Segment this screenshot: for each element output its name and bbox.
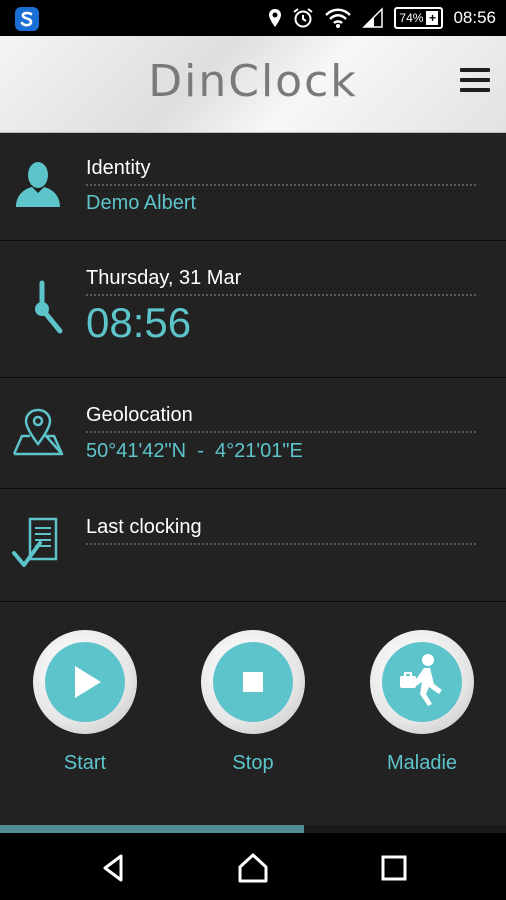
stop-button[interactable]: Stop	[193, 630, 313, 775]
person-icon	[16, 162, 60, 207]
app-title: DinClock	[148, 56, 358, 107]
signal-icon	[362, 7, 384, 28]
geolocation-divider	[86, 431, 476, 433]
stop-label: Stop	[232, 752, 274, 774]
date-label: Thursday, 31 Mar	[86, 267, 242, 289]
clock-hands-icon	[35, 280, 63, 334]
start-label: Start	[63, 752, 107, 774]
identity-section: Identity Demo Albert	[0, 133, 506, 241]
time-value: 08:56	[86, 299, 192, 346]
progress-bar	[0, 825, 506, 833]
date-divider	[86, 294, 476, 296]
identity-divider	[86, 184, 476, 186]
stop-icon	[243, 672, 263, 692]
geolocation-value: 50°41'42"N - 4°21'01"E	[86, 440, 303, 462]
system-nav-bar	[0, 833, 506, 900]
alarm-icon	[293, 8, 314, 28]
geolocation-section: Geolocation 50°41'42"N - 4°21'01"E	[0, 378, 506, 489]
location-icon	[269, 9, 282, 27]
battery-level: 74%	[399, 11, 424, 25]
datetime-section: Thursday, 31 Mar 08:56	[0, 241, 506, 378]
checklist-icon	[12, 517, 58, 567]
status-time: 08:56	[453, 8, 496, 27]
action-buttons: Start Stop Maladie	[0, 602, 506, 832]
maladie-label: Maladie	[386, 752, 458, 774]
last-clocking-section: Last clocking	[0, 489, 506, 602]
stop-button-ring[interactable]	[201, 630, 305, 734]
charging-icon: +	[426, 11, 439, 25]
start-button-ring[interactable]	[33, 630, 137, 734]
hamburger-menu-icon[interactable]	[460, 68, 490, 98]
maladie-button-ring[interactable]	[370, 630, 474, 734]
running-man-icon	[400, 654, 442, 706]
map-pin-icon	[12, 408, 64, 456]
status-bar: 74% + 08:56	[0, 0, 506, 36]
status-icons: 74% + 08:56	[268, 0, 496, 36]
battery-indicator: 74% +	[394, 7, 444, 29]
recent-apps-icon[interactable]	[377, 851, 411, 885]
last-clocking-label: Last clocking	[86, 516, 202, 538]
s-logo-icon	[15, 7, 39, 31]
play-icon	[75, 666, 101, 698]
app-header: DinClock	[0, 36, 506, 133]
identity-label: Identity	[86, 157, 151, 179]
maladie-button[interactable]: Maladie	[362, 630, 482, 775]
last-clocking-divider	[86, 543, 476, 545]
geolocation-label: Geolocation	[86, 404, 193, 426]
identity-value: Demo Albert	[86, 192, 197, 214]
wifi-icon	[325, 8, 352, 28]
progress-fill	[0, 825, 304, 833]
home-icon[interactable]	[236, 851, 270, 885]
back-icon[interactable]	[97, 851, 131, 885]
start-button[interactable]: Start	[25, 630, 145, 775]
